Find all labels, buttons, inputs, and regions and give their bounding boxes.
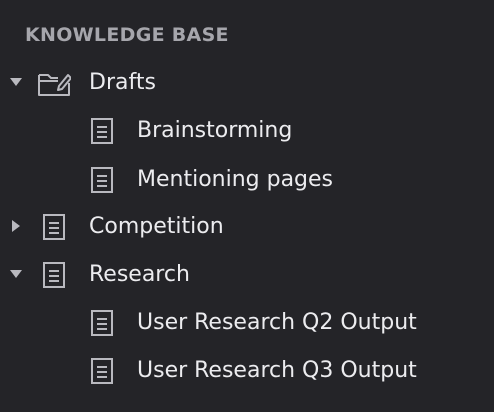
- caret-right-icon[interactable]: [9, 219, 23, 233]
- document-icon: [89, 117, 123, 145]
- document-icon: [89, 166, 123, 194]
- tree-item-drafts[interactable]: Drafts: [0, 62, 494, 102]
- tree-item-brainstorming[interactable]: Brainstorming: [0, 110, 494, 150]
- tree-item-label: Mentioning pages: [137, 167, 334, 192]
- document-icon: [41, 213, 75, 241]
- tree-item-label: User Research Q3 Output: [137, 358, 417, 383]
- tree-item-label: User Research Q2 Output: [137, 310, 417, 335]
- folder-edit-icon: [37, 69, 71, 97]
- tree-item-label: Brainstorming: [137, 118, 293, 143]
- knowledge-base-panel: KNOWLEDGE BASE Drafts Brainstorming Ment…: [0, 0, 494, 412]
- tree-item-mentioning-pages[interactable]: Mentioning pages: [0, 159, 494, 199]
- tree-item-user-research-q2[interactable]: User Research Q2 Output: [0, 302, 494, 342]
- tree-item-user-research-q3[interactable]: User Research Q3 Output: [0, 350, 494, 390]
- document-icon: [89, 309, 123, 337]
- tree-item-competition[interactable]: Competition: [0, 206, 494, 246]
- tree-item-label: Drafts: [89, 70, 156, 95]
- tree-item-label: Research: [89, 262, 190, 287]
- tree-item-label: Competition: [89, 214, 224, 239]
- document-icon: [41, 261, 75, 289]
- document-icon: [89, 357, 123, 385]
- tree-item-research[interactable]: Research: [0, 254, 494, 294]
- section-title: KNOWLEDGE BASE: [25, 24, 229, 46]
- caret-down-icon[interactable]: [9, 75, 23, 89]
- caret-down-icon[interactable]: [9, 267, 23, 281]
